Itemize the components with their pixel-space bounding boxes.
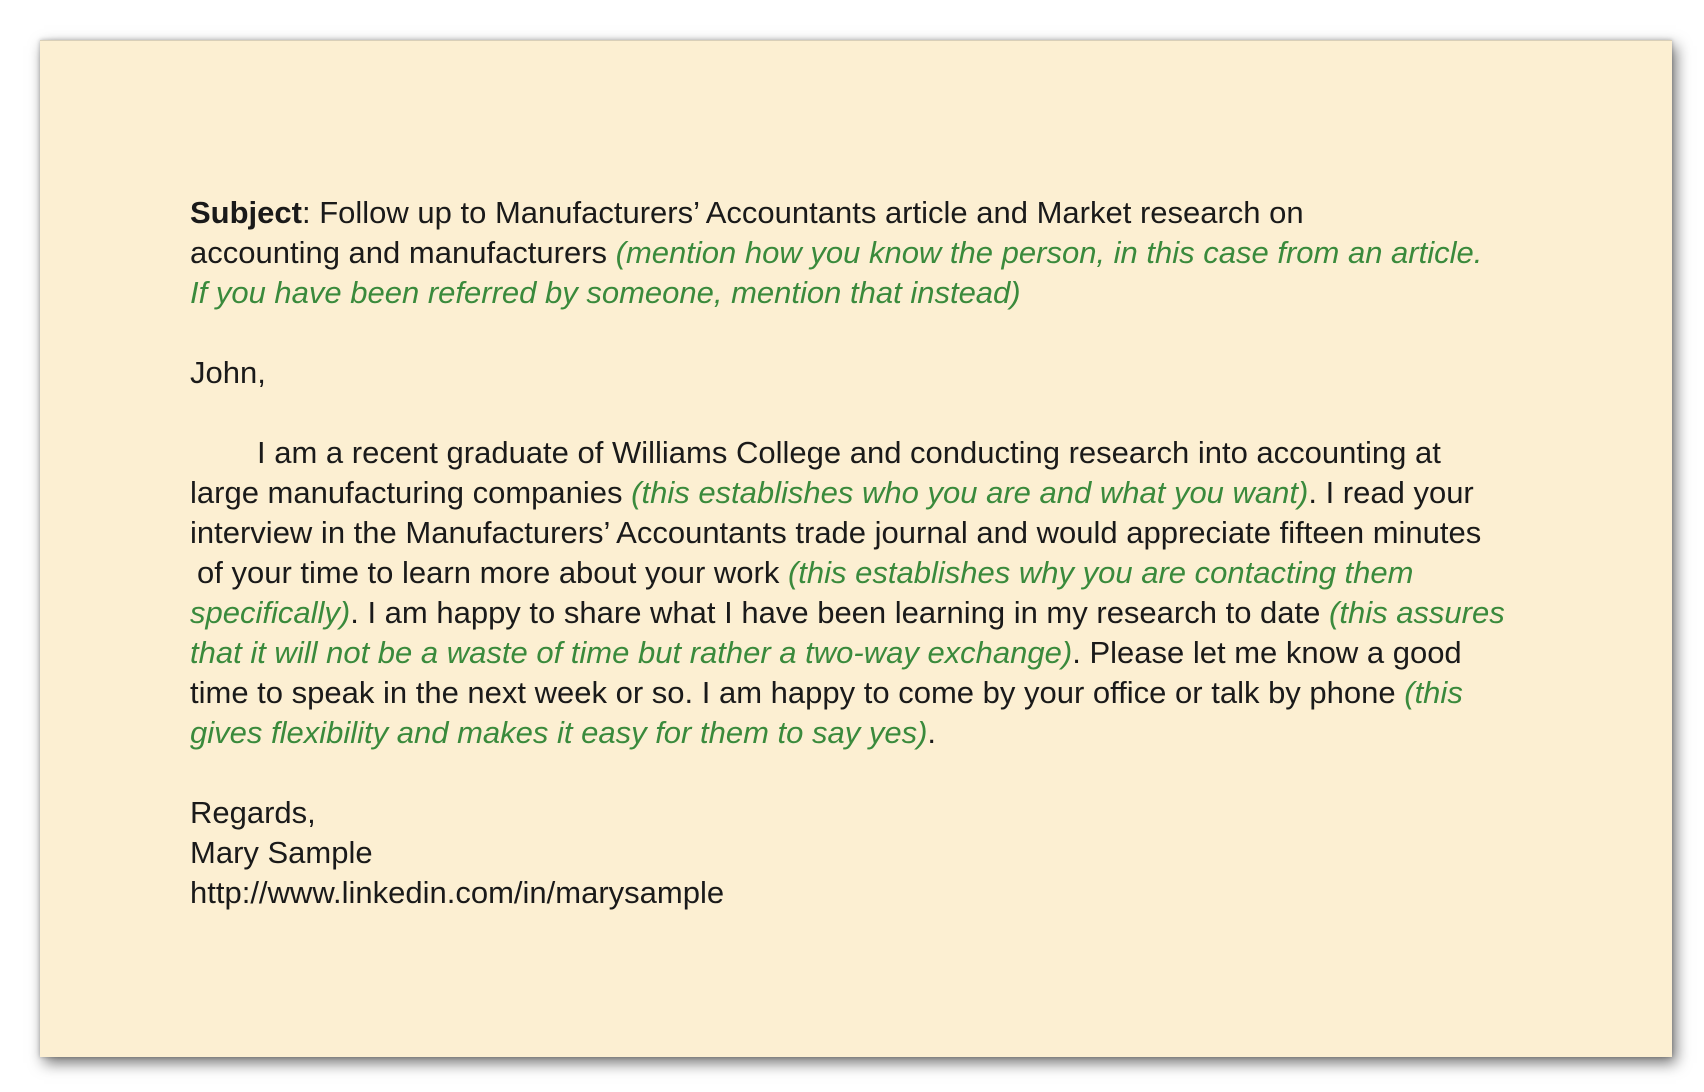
subject-text-2: accounting and manufacturers — [190, 235, 616, 270]
subject-annotation-1: (mention how you know the person, in thi… — [615, 235, 1483, 270]
body-line-8: gives flexibility and makes it easy for … — [190, 713, 1570, 753]
body-line-4: of your time to learn more about your wo… — [190, 553, 1570, 593]
subject-line-2: accounting and manufacturers (mention ho… — [190, 233, 1570, 273]
body-line-3: interview in the Manufacturers’ Accounta… — [190, 513, 1570, 553]
subject-line-1: Subject: Follow up to Manufacturers’ Acc… — [190, 193, 1570, 233]
subject-annotation-2: If you have been referred by someone, me… — [190, 275, 1021, 310]
body-annotation-why-end: specifically) — [190, 595, 351, 630]
body-text-7: time to speak in the next week or so. I … — [190, 675, 1405, 710]
body-text-5: . I am happy to share what I have been l… — [350, 595, 1330, 630]
signature-name: Mary Sample — [190, 835, 373, 870]
body-line-6: that it will not be a waste of time but … — [190, 633, 1570, 673]
email-content: Subject: Follow up to Manufacturers’ Acc… — [190, 193, 1570, 913]
email-card: Subject: Follow up to Manufacturers’ Acc… — [40, 40, 1672, 1057]
body-text-2-tail: . I read your — [1308, 475, 1474, 510]
body-text-6: . Please let me know a good — [1072, 635, 1462, 670]
body-text-2: large manufacturing companies — [190, 475, 632, 510]
body-text-1: I am a recent graduate of Williams Colle… — [257, 435, 1441, 470]
body-annotation-assures: (this assures — [1329, 595, 1505, 630]
body-line-1: I am a recent graduate of Williams Colle… — [190, 433, 1570, 473]
body-line-5: specifically). I am happy to share what … — [190, 593, 1570, 633]
body-annotation-assures-end: that it will not be a waste of time but … — [190, 635, 1073, 670]
body-text-4: of your time to learn more about your wo… — [197, 555, 788, 590]
body-annotation-why: (this establishes why you are contacting… — [787, 555, 1414, 590]
body-text-8: . — [927, 715, 937, 750]
body-text-3: interview in the Manufacturers’ Accounta… — [190, 515, 1482, 550]
body-annotation-flexibility: (this — [1404, 675, 1463, 710]
signature-link: http://www.linkedin.com/in/marysample — [190, 875, 725, 910]
closing: Regards, — [190, 795, 316, 830]
subject-line-3: If you have been referred by someone, me… — [190, 273, 1570, 313]
body-line-7: time to speak in the next week or so. I … — [190, 673, 1570, 713]
greeting: John, — [190, 355, 266, 390]
subject-label: Subject — [190, 195, 302, 230]
subject-text-1: : Follow up to Manufacturers’ Accountant… — [301, 195, 1304, 230]
body-line-2: large manufacturing companies (this esta… — [190, 473, 1570, 513]
body-annotation-flexibility-end: gives flexibility and makes it easy for … — [190, 715, 928, 750]
body-annotation-who: (this establishes who you are and what y… — [631, 475, 1309, 510]
